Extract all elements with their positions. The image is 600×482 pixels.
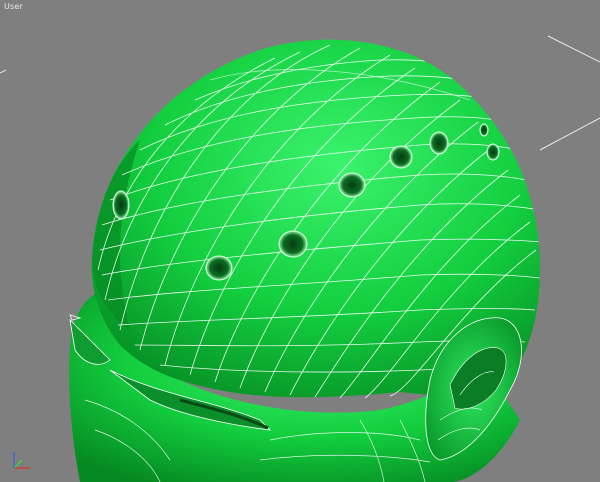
vent-hole: [389, 145, 413, 169]
vent-hole: [205, 255, 233, 281]
grid-line: [0, 69, 7, 74]
perspective-viewport[interactable]: User: [0, 0, 600, 482]
axis-gizmo-icon: [13, 452, 30, 469]
vent-hole: [338, 172, 366, 198]
vent-hole: [429, 131, 449, 155]
vent-hole: [486, 143, 500, 161]
head-mesh-render[interactable]: [0, 0, 600, 482]
vent-hole: [479, 123, 489, 137]
vent-hole: [278, 230, 308, 258]
vent-hole: [112, 190, 130, 220]
grid-line: [539, 117, 600, 151]
grid-line: [547, 35, 600, 63]
